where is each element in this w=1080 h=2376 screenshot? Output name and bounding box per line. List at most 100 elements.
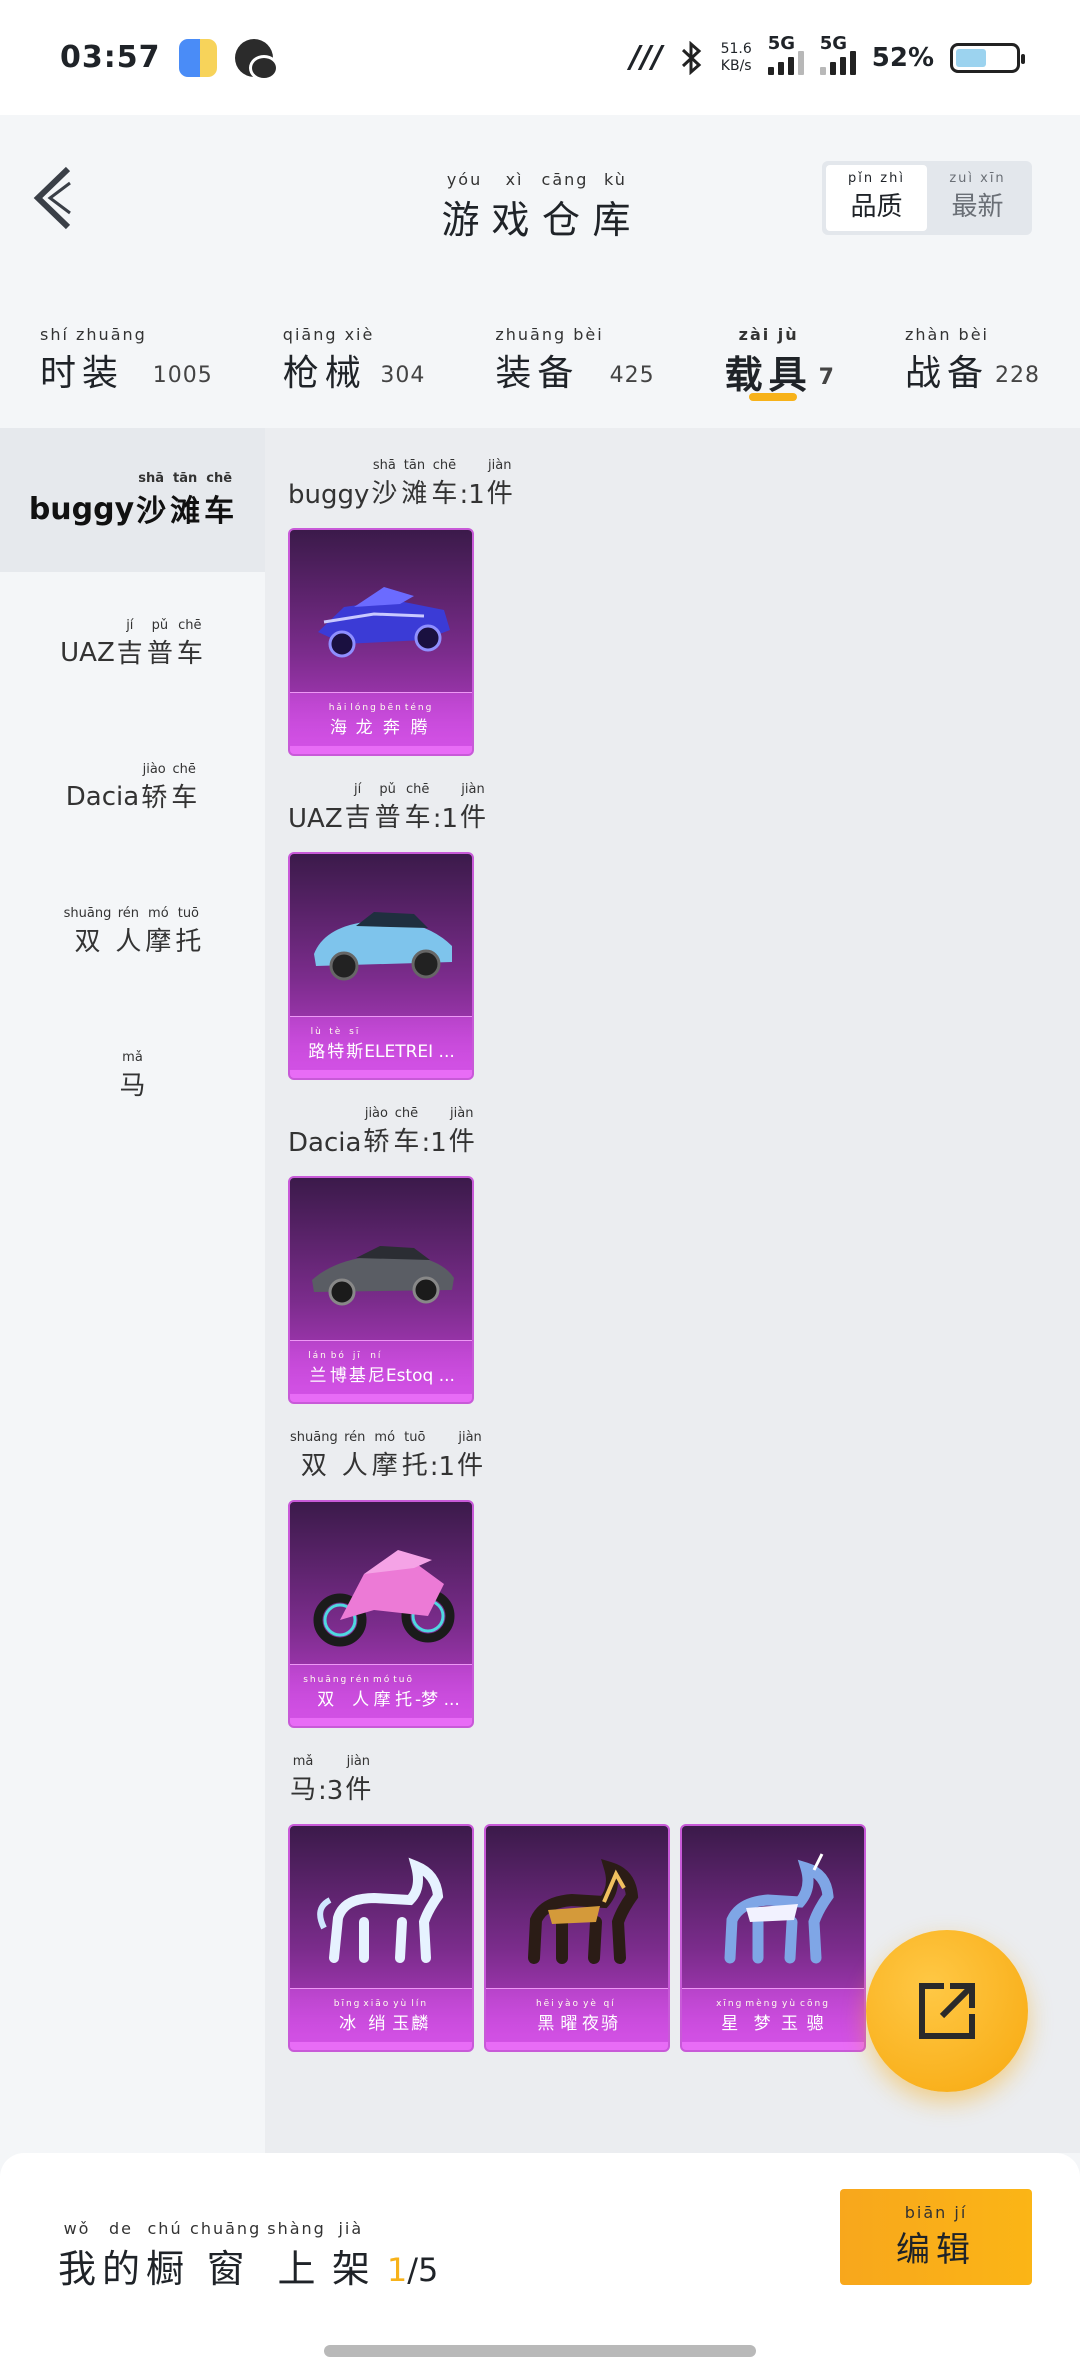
subnav-item[interactable]: Dacia jiào 轿 chē 车 <box>0 716 265 860</box>
pinyin: xīng <box>716 1999 744 2009</box>
subnav-item[interactable]: buggy shā 沙 tān 滩 chē 车 <box>0 428 265 572</box>
pinyin: lóng <box>350 703 378 713</box>
ruby-char: yè 夜 <box>582 1999 599 2034</box>
hanzi: 星 <box>721 2014 739 2034</box>
ruby-char: chē 车 <box>204 471 234 530</box>
sort-option-0[interactable]: pǐn zhì 品质 <box>826 165 927 231</box>
pinyin: jiàn <box>461 782 485 797</box>
vehicle-card[interactable]: lán 兰 bó 博 jī 基 ní 尼Estoq ... <box>288 1176 474 1404</box>
ruby-char: xì 戏 <box>492 170 538 244</box>
home-indicator[interactable] <box>324 2345 756 2357</box>
pinyin: zuì xīn <box>949 171 1006 186</box>
ruby-char: jī 基 <box>349 1351 366 1386</box>
status-time: 03:57 <box>60 40 161 75</box>
hanzi: 基 <box>348 1366 366 1386</box>
pinyin: chē <box>432 458 457 473</box>
category-tab[interactable]: zhuāng bèi 装备 425 <box>495 285 654 428</box>
group-count: :1 <box>429 1452 456 1482</box>
pinyin: pǔ <box>379 782 396 797</box>
pinyin: yù <box>782 1999 798 2009</box>
pinyin: mó <box>148 906 169 921</box>
card-strip <box>290 1394 472 1402</box>
vehicle-card[interactable]: hēi 黑 yào 曜 yè 夜 qí 骑 <box>484 1824 670 2052</box>
subnav-prefix: UAZ <box>60 638 115 668</box>
pinyin: chē <box>178 618 202 633</box>
pinyin: ní <box>370 1351 383 1361</box>
hanzi: 夜 <box>582 2014 600 2034</box>
pinyin: pǔ <box>151 618 169 633</box>
card-row: lù 路 tè 特 sī 斯ELETREI ... <box>288 852 1080 1080</box>
battery-percent: 52% <box>871 42 934 73</box>
pinyin: jiào <box>364 1106 388 1121</box>
ruby-char: lù 路 <box>308 1027 325 1062</box>
pinyin: lù <box>310 1027 323 1037</box>
vehicle-name-suffix: -梦 ... <box>415 1690 460 1710</box>
hanzi: 兰 <box>309 1366 327 1386</box>
tab-label: zhàn bèi 战备 <box>905 325 989 396</box>
group-title: UAZ jí 吉 pǔ 普 chē 车:1 jiàn 件 <box>288 782 1080 844</box>
vehicle-card[interactable]: lù 路 tè 特 sī 斯ELETREI ... <box>288 852 474 1080</box>
subnav-item[interactable]: shuāng 双 rén 人 mó 摩 tuō 托 <box>0 860 265 1004</box>
share-button[interactable] <box>866 1930 1028 2092</box>
bottom-bar: wǒ 我 de 的 chú 橱 chuāng 窗 shàng 上 jià 架 1/5 biān jí … <box>0 2153 1080 2376</box>
category-tab[interactable]: shí zhuāng 时装 1005 <box>40 285 213 428</box>
group-title: Dacia jiào 轿 chē 车:1 jiàn 件 <box>288 1106 1080 1168</box>
hanzi: 件 <box>345 1775 372 1805</box>
tab-label: zhuāng bèi 装备 <box>495 325 603 396</box>
vehicle-card[interactable]: bīng 冰 xiāo 绡 yù 玉 lín 麟 <box>288 1824 474 2052</box>
tab-count: 425 <box>609 363 655 388</box>
hanzi: 吉 <box>116 639 143 669</box>
ruby-char: lán 兰 <box>308 1351 328 1386</box>
pinyin: pǐn zhì <box>848 171 905 186</box>
tab-label: zài jù 载具 <box>725 325 813 399</box>
pinyin: bó <box>330 1351 346 1361</box>
ruby-char: kù 库 <box>592 170 638 244</box>
hanzi: 件 <box>486 479 513 509</box>
pinyin: tuō <box>393 1675 415 1685</box>
subnav-item[interactable]: UAZ jí 吉 pǔ 普 chē 车 <box>0 572 265 716</box>
ruby-char: chē 车 <box>177 618 203 670</box>
sort-option-1[interactable]: zuì xīn 最新 <box>927 165 1028 231</box>
hanzi: 普 <box>374 803 401 833</box>
ruby-char: jiàn 件 <box>457 1430 483 1482</box>
ruby-char: jiào 轿 <box>141 762 167 814</box>
hanzi: 骑 <box>601 2014 619 2034</box>
vehicle-card[interactable]: hǎi 海 lóng 龙 bēn 奔 téng 腾 <box>288 528 474 756</box>
vehicle-group: shuāng 双 rén 人 mó 摩 tuō 托:1 jiàn 件 shuāng 双 rén 人 mó 摩 t… <box>288 1430 1080 1754</box>
category-tabs: shí zhuāng 时装 1005 qiāng xiè 枪械 304 zhuāng bèi… <box>0 285 1080 428</box>
pinyin: hēi <box>535 1999 556 2009</box>
category-tab[interactable]: zhàn bèi 战备 228 <box>905 285 1040 428</box>
pinyin: chē <box>394 1106 419 1121</box>
ruby-char: yóu 游 <box>442 170 488 244</box>
hanzi: 马 <box>290 1775 317 1805</box>
ruby-char: rén 人 <box>350 1675 371 1710</box>
subnav-prefix: Dacia <box>65 782 140 812</box>
pinyin: shuāng <box>63 906 112 921</box>
vehicle-group: UAZ jí 吉 pǔ 普 chē 车:1 jiàn 件 lù 路 tè 特 sī 斯ELETREI ... <box>288 782 1080 1106</box>
pinyin: jià <box>338 2219 364 2238</box>
ruby-char: jiàn 件 <box>487 458 513 510</box>
group-prefix: UAZ <box>288 804 343 834</box>
hanzi: 马 <box>119 1071 146 1101</box>
tab-count: 7 <box>818 365 835 390</box>
pinyin: mǎ <box>122 1050 143 1065</box>
tab-count: 228 <box>995 363 1040 388</box>
ruby-char: de 的 <box>102 2219 140 2293</box>
vehicle-card[interactable]: shuāng 双 rén 人 mó 摩 tuō 托 -梦 ... <box>288 1500 474 1728</box>
edit-button[interactable]: biān jí 编辑 <box>840 2189 1032 2285</box>
category-tab[interactable]: zài jù 载具 7 <box>725 285 835 428</box>
hanzi: 双 <box>300 1451 327 1481</box>
ruby-char: jiàn 件 <box>449 1106 475 1158</box>
group-title: buggy shā 沙 tān 滩 chē 车:1 jiàn 件 <box>288 458 1080 520</box>
subnav-item[interactable]: mǎ 马 <box>0 1004 265 1148</box>
hanzi: 件 <box>460 803 487 833</box>
hanzi: 黑 <box>537 2014 555 2034</box>
pinyin: shā <box>372 458 396 473</box>
vehicle-card[interactable]: xīng 星 mèng 梦 yù 玉 cōng 骢 <box>680 1824 866 2052</box>
pinyin: jiàn <box>488 458 512 473</box>
pinyin: lán <box>308 1351 328 1361</box>
category-tab[interactable]: qiāng xiè 枪械 304 <box>283 285 426 428</box>
ruby-char: tān 滩 <box>401 458 427 510</box>
ruby-char: mèng 梦 <box>745 1999 779 2034</box>
hanzi: 橱 <box>146 2247 185 2291</box>
